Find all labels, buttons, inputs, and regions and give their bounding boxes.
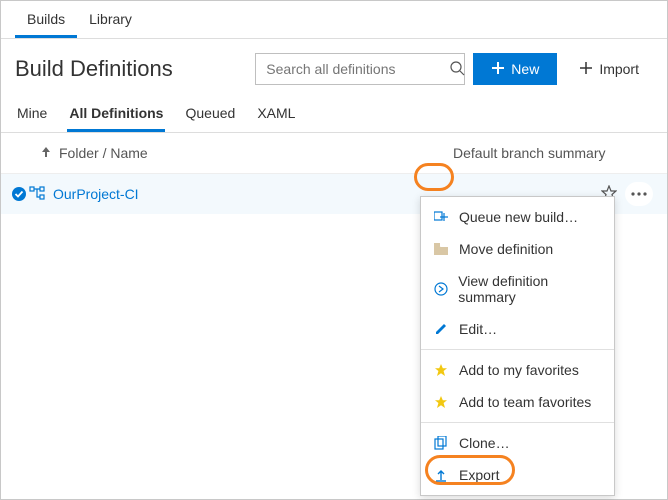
subtab-all-definitions[interactable]: All Definitions [67,95,165,132]
menu-label: Edit… [459,321,497,337]
menu-export[interactable]: Export [421,459,614,491]
tab-builds[interactable]: Builds [15,1,77,38]
column-headers: Folder / Name Default branch summary [1,133,667,174]
menu-label: View definition summary [458,273,602,305]
menu-label: Add to team favorites [459,394,591,410]
context-menu: Queue new build… Move definition View de… [420,196,615,496]
sort-up-icon [41,145,51,161]
subtab-xaml[interactable]: XAML [255,95,297,132]
pencil-icon [433,322,449,336]
column-branch[interactable]: Default branch summary [453,145,653,161]
row-selected-icon[interactable] [9,186,29,202]
column-name[interactable]: Folder / Name [41,145,453,161]
menu-label: Move definition [459,241,553,257]
clone-icon [433,436,449,450]
menu-label: Export [459,467,499,483]
menu-add-team-favorites[interactable]: Add to team favorites [421,386,614,418]
pipeline-icon [29,185,47,204]
folder-icon [433,243,449,255]
top-tabs: Builds Library [1,1,667,39]
header-row: Build Definitions New Import [1,39,667,95]
search-input[interactable] [264,60,449,78]
menu-add-my-favorites[interactable]: Add to my favorites [421,354,614,386]
import-button[interactable]: Import [565,53,653,85]
menu-view-summary[interactable]: View definition summary [421,265,614,313]
export-icon [433,468,449,482]
header-actions: New Import [255,53,653,85]
arrow-right-circle-icon [433,282,448,296]
menu-edit[interactable]: Edit… [421,313,614,345]
subtab-mine[interactable]: Mine [15,95,49,132]
star-icon [433,363,449,377]
menu-clone[interactable]: Clone… [421,427,614,459]
menu-label: Add to my favorites [459,362,579,378]
plus-icon [579,61,593,78]
import-button-label: Import [599,61,639,77]
star-icon [433,395,449,409]
more-actions-button[interactable] [625,182,653,206]
menu-queue-new-build[interactable]: Queue new build… [421,201,614,233]
subtab-queued[interactable]: Queued [183,95,237,132]
new-button[interactable]: New [473,53,557,85]
search-box[interactable] [255,53,465,85]
sub-tabs: Mine All Definitions Queued XAML [1,95,667,133]
menu-separator [421,349,614,350]
menu-separator [421,422,614,423]
menu-move-definition[interactable]: Move definition [421,233,614,265]
page-title: Build Definitions [15,56,173,82]
menu-label: Queue new build… [459,209,578,225]
column-name-label: Folder / Name [59,145,148,161]
new-button-label: New [511,61,539,77]
search-icon [449,60,465,79]
plus-icon [491,61,505,78]
tab-library[interactable]: Library [77,1,144,38]
queue-icon [433,210,449,224]
menu-label: Clone… [459,435,510,451]
